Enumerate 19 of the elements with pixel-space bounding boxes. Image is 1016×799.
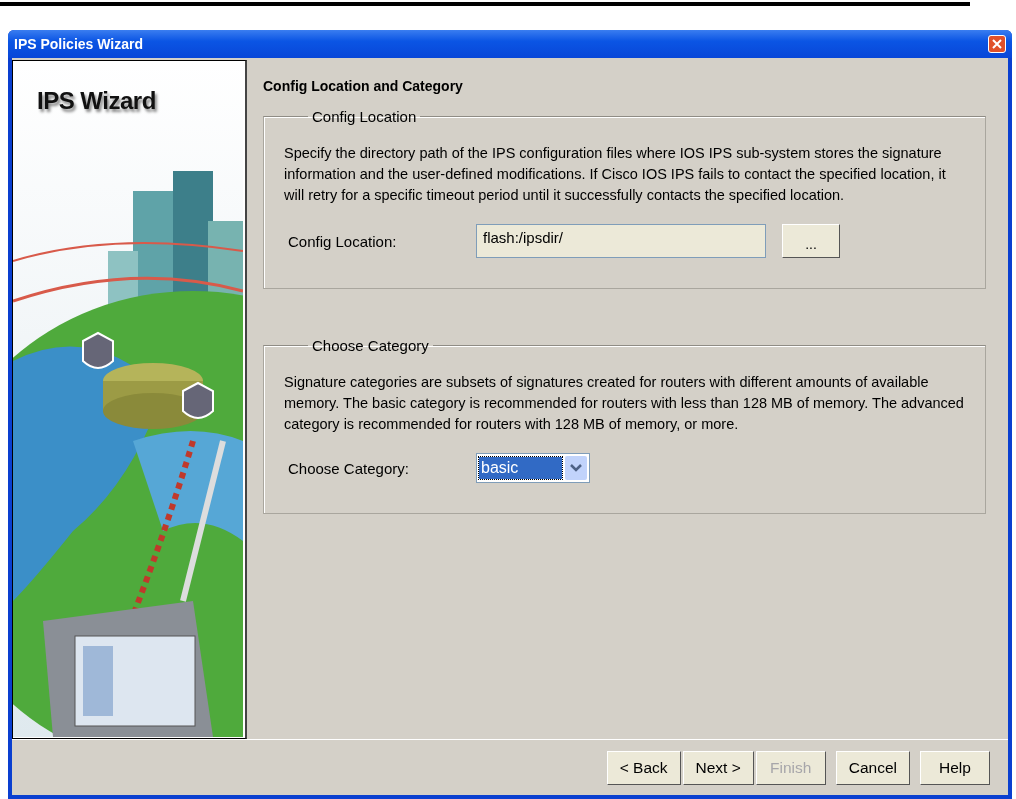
chevron-down-icon: [570, 464, 582, 472]
close-icon: [992, 39, 1002, 49]
field-label: Choose Category:: [287, 459, 410, 477]
sidebar-title: IPS Wizard: [37, 87, 156, 115]
browse-button[interactable]: ...: [782, 224, 840, 258]
wizard-button[interactable]: Next >: [682, 750, 754, 785]
page-heading: Config Location and Category: [263, 78, 464, 94]
wizard-button[interactable]: < Back: [606, 750, 681, 785]
group-legend: Config Location: [308, 108, 421, 125]
wizard-button[interactable]: Help: [920, 750, 990, 785]
category-dropdown[interactable]: basic: [476, 453, 590, 483]
wizard-button[interactable]: Cancel: [835, 750, 910, 785]
window-title: IPS Policies Wizard: [14, 36, 144, 52]
field-label: Config Location:: [287, 232, 398, 250]
close-button[interactable]: [988, 35, 1006, 53]
description-text: Signature categories are subsets of signatures created for routers with different amounts of available memory. The basic category is recommended for routers with less than 128 MB of memory. The advanced category is recommended for routers with 128 MB of memory, or more.: [284, 373, 965, 434]
config-location-input[interactable]: flash:/ipsdir/: [476, 224, 766, 258]
description-text: Specify the directory path of the IPS configuration files where IOS IPS sub-system stores the signature information and the user-defined modifications. If Cisco IOS IPS fails to contact the specified location, it will retry for a specific timeout period until it successfully contacts the specified location.: [284, 144, 947, 205]
group-legend: Choose Category: [308, 337, 433, 354]
